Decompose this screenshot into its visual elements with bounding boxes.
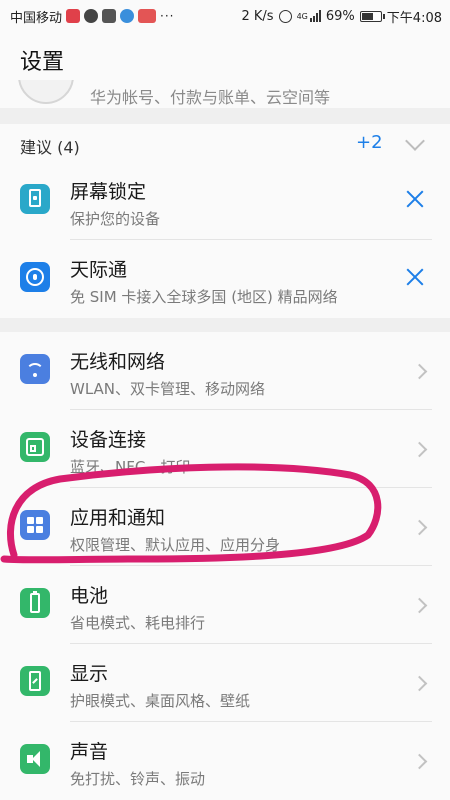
suggestions-title: 建议 (4) — [20, 138, 80, 157]
settings-item-apps-notifications[interactable]: 应用和通知 权限管理、默认应用、应用分身 — [0, 488, 450, 566]
section-divider — [0, 108, 450, 124]
suggestion-item-screen-lock[interactable]: 屏幕锁定 保护您的设备 — [0, 162, 450, 240]
section-divider — [0, 318, 450, 332]
dismiss-icon[interactable] — [402, 264, 428, 290]
chevron-right-icon — [411, 753, 428, 770]
network-type: 4G — [296, 11, 308, 21]
avatar — [18, 80, 74, 104]
status-left: 中国移动 ··· — [10, 0, 174, 32]
battery-status-icon — [359, 10, 385, 22]
settings-item-device-connection[interactable]: 设备连接 蓝牙、NFC、打印 — [0, 410, 450, 488]
dismiss-icon[interactable] — [402, 186, 428, 212]
settings-item-subtitle: 蓝牙、NFC、打印 — [70, 458, 191, 476]
battery-percent: 69% — [325, 8, 355, 24]
settings-item-display[interactable]: 显示 护眼模式、桌面风格、壁纸 — [0, 644, 450, 722]
wifi-icon — [20, 354, 50, 384]
settings-item-subtitle: 护眼模式、桌面风格、壁纸 — [70, 692, 251, 710]
settings-item-subtitle: 免打扰、铃声、振动 — [70, 770, 206, 788]
settings-item-subtitle: WLAN、双卡管理、移动网络 — [70, 380, 266, 398]
screen-lock-icon — [20, 184, 50, 214]
notification-cat-icon — [102, 9, 117, 23]
network-speed: 2 K/s — [241, 8, 274, 24]
notification-shield-icon — [84, 9, 99, 23]
settings-item-title: 电池 — [70, 585, 109, 607]
settings-item-title: 无线和网络 — [70, 351, 166, 373]
device-connection-icon — [20, 432, 50, 462]
globe-icon — [20, 262, 50, 292]
account-row[interactable]: 华为帐号、付款与账单、云空间等 — [0, 80, 450, 108]
status-right: 2 K/s 4G 69% 下午4:08 — [242, 0, 443, 32]
suggestion-title: 天际通 — [70, 259, 128, 281]
display-icon — [20, 666, 50, 696]
suggestions-header: 建议 (4) +2 — [0, 124, 450, 162]
settings-item-subtitle: 省电模式、耗电排行 — [70, 614, 206, 632]
suggestion-subtitle: 保护您的设备 — [70, 210, 161, 228]
settings-item-subtitle: 权限管理、默认应用、应用分身 — [70, 536, 281, 554]
settings-item-battery[interactable]: 电池 省电模式、耗电排行 — [0, 566, 450, 644]
settings-item-wireless[interactable]: 无线和网络 WLAN、双卡管理、移动网络 — [0, 332, 450, 410]
chevron-right-icon — [411, 519, 428, 536]
signal-icon — [309, 10, 321, 22]
suggestions-more-button[interactable]: +2 — [356, 132, 383, 153]
battery-fill — [361, 12, 373, 20]
settings-item-title: 显示 — [70, 663, 109, 685]
chevron-down-icon[interactable] — [405, 131, 425, 151]
status-bar: 中国移动 ··· 2 K/s 4G 69% 下午4:08 — [0, 0, 450, 32]
notification-app-icon — [66, 9, 81, 23]
settings-item-title: 声音 — [70, 741, 109, 763]
apps-icon — [20, 510, 50, 540]
alarm-icon — [278, 9, 292, 23]
suggestion-subtitle: 免 SIM 卡接入全球多国 (地区) 精品网络 — [70, 288, 338, 306]
account-subtitle: 华为帐号、付款与账单、云空间等 — [90, 88, 331, 107]
settings-item-title: 应用和通知 — [70, 507, 166, 529]
chevron-right-icon — [411, 441, 428, 458]
notification-qq-icon — [120, 9, 135, 23]
suggestion-title: 屏幕锁定 — [70, 181, 147, 203]
settings-item-title: 设备连接 — [70, 429, 147, 451]
clock: 下午4:08 — [386, 10, 442, 26]
chevron-right-icon — [411, 363, 428, 380]
battery-icon — [20, 588, 50, 618]
more-notifications-icon: ··· — [160, 9, 175, 23]
notification-news-icon — [138, 9, 157, 23]
suggestion-item-skytone[interactable]: 天际通 免 SIM 卡接入全球多国 (地区) 精品网络 — [0, 240, 450, 318]
carrier-label: 中国移动 — [10, 10, 63, 26]
sound-icon — [20, 744, 50, 774]
chevron-right-icon — [411, 597, 428, 614]
page-title: 设置 — [20, 50, 65, 75]
chevron-right-icon — [411, 675, 428, 692]
settings-item-sound[interactable]: 声音 免打扰、铃声、振动 — [0, 722, 450, 800]
